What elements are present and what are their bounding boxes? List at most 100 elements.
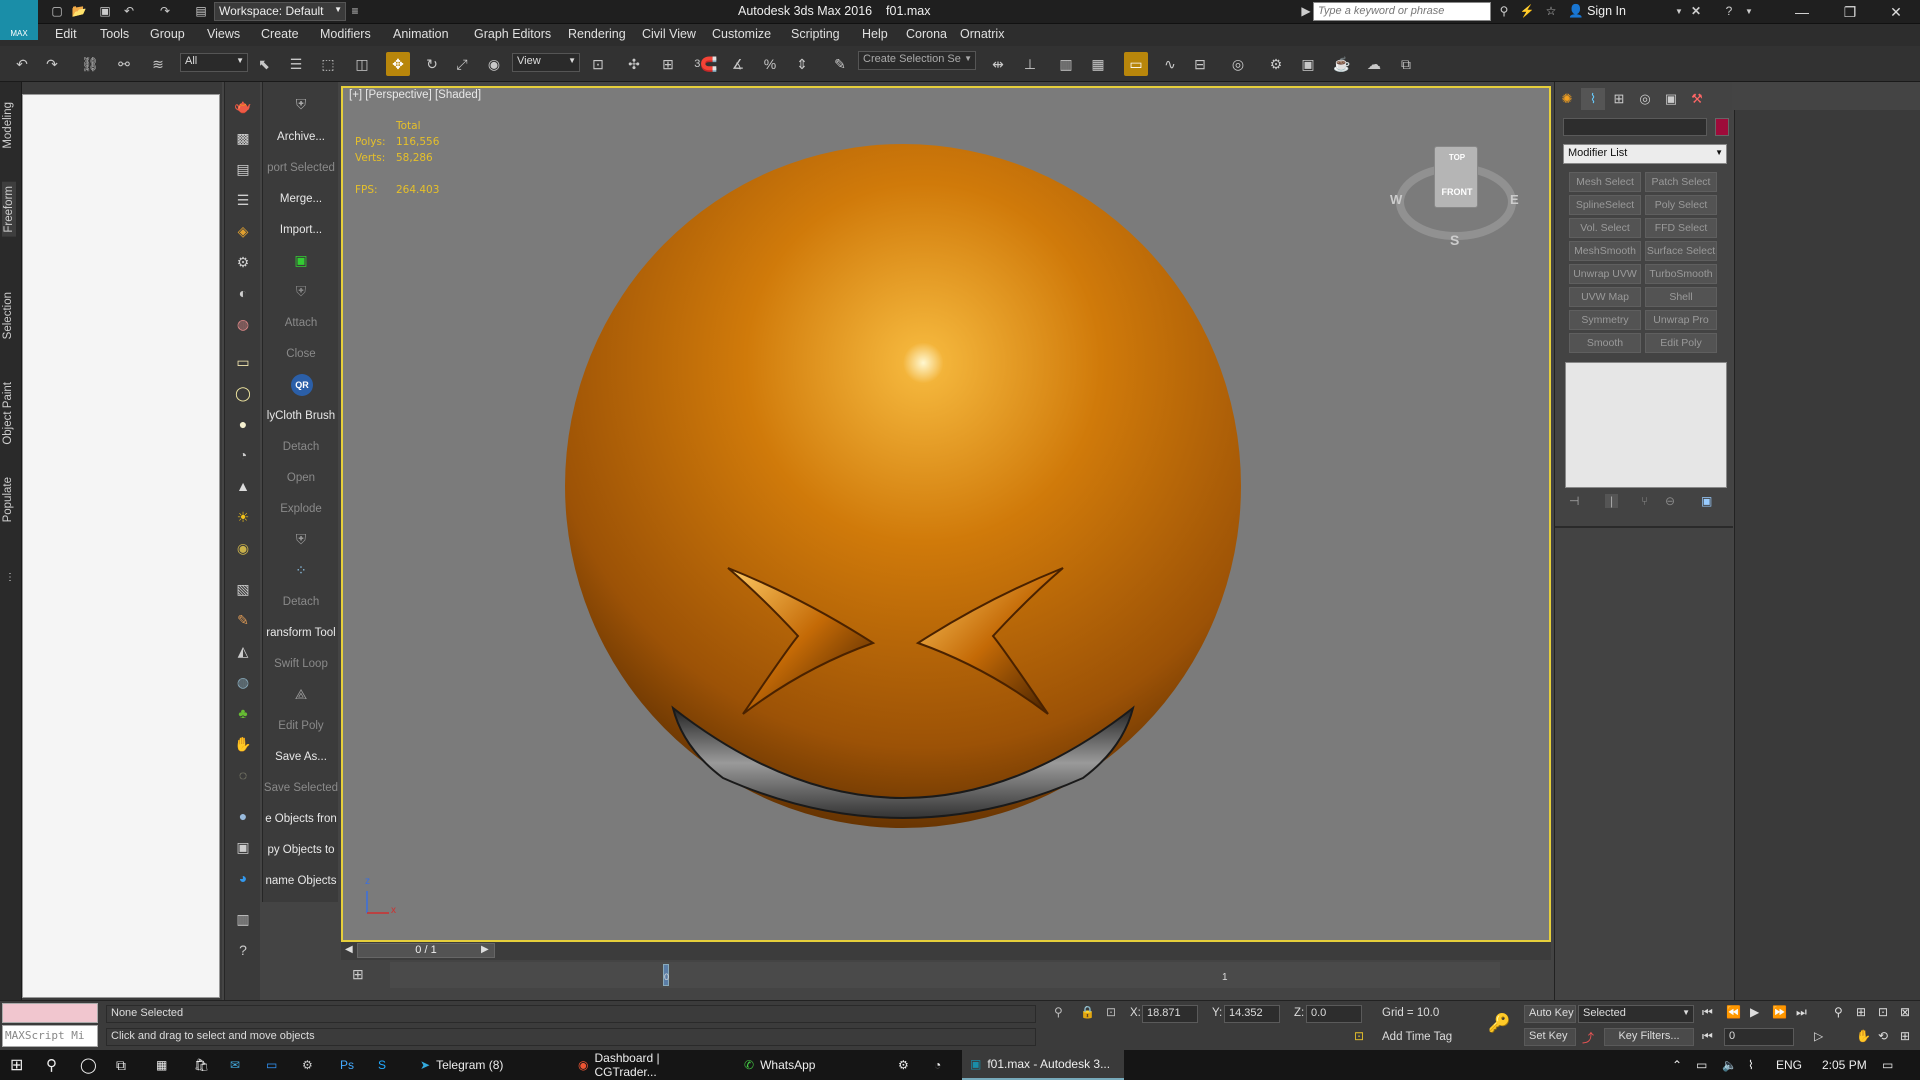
set-key-button[interactable]: Set Key (1524, 1028, 1576, 1046)
select-scale-icon[interactable]: ⤢ (450, 52, 474, 76)
maxscript-listener-pink[interactable] (2, 1003, 98, 1023)
perspective-viewport[interactable]: z x (341, 86, 1551, 942)
undo-icon[interactable]: ↶ (120, 2, 138, 20)
help-circle-icon[interactable]: ? (231, 938, 255, 962)
disc-icon[interactable]: ◉ (231, 536, 255, 560)
export-selected-button[interactable]: port Selected (263, 162, 339, 174)
snaps-toggle-icon[interactable]: 3 🧲 (694, 52, 718, 76)
material-editor-icon[interactable]: ◎ (1226, 52, 1250, 76)
emoji-sphere[interactable] (565, 144, 1241, 828)
skype-icon[interactable]: S (378, 1050, 386, 1080)
set-key-mode-icon[interactable]: 🔑 (1488, 1013, 1510, 1034)
select-object-icon[interactable]: ⬉ (252, 52, 276, 76)
binoculars-icon[interactable]: ⚲ (1495, 2, 1513, 20)
show-end-result-icon[interactable]: | (1605, 494, 1619, 508)
close-spline-button[interactable]: Close (263, 348, 339, 360)
x-coordinate-field[interactable]: 18.871 (1142, 1005, 1198, 1023)
make-unique-icon[interactable]: ⑂ (1641, 494, 1648, 508)
menu-tools[interactable]: Tools (100, 27, 129, 41)
workspace-dropdown[interactable]: Workspace: Default ▼ (214, 2, 346, 21)
plant-icon[interactable]: ♣ (231, 701, 255, 725)
search-icon[interactable]: ⚲ (46, 1050, 57, 1080)
orbit-icon[interactable]: ⟲ (1878, 1029, 1888, 1043)
terrain-icon[interactable]: ◭ (231, 639, 255, 663)
language-indicator[interactable]: ENG (1776, 1050, 1802, 1080)
toggle-ribbon-icon[interactable]: ▭ (1124, 52, 1148, 76)
render-icon[interactable]: ▣ (231, 835, 255, 859)
ribbon-tab-object-paint[interactable]: Object Paint (2, 382, 14, 445)
menu-edit[interactable]: Edit (55, 27, 77, 41)
edit-poly-button[interactable]: Edit Poly (263, 720, 339, 732)
rename-objects-button[interactable]: name Objects (263, 875, 339, 887)
network-icon[interactable]: ▭ (1696, 1050, 1707, 1080)
sign-in-chevron-icon[interactable]: ▼ (1670, 2, 1688, 20)
go-to-end-icon[interactable]: ⏭ (1796, 1005, 1807, 1020)
volume-icon[interactable]: 🔈 (1722, 1050, 1737, 1080)
modifier-unwrap-uvw[interactable]: Unwrap UVW (1569, 264, 1641, 284)
ribbon-tab-freeform[interactable]: Freeform (2, 182, 16, 237)
display-tab-icon[interactable]: ▣ (1659, 88, 1683, 110)
brush-icon[interactable]: ✎ (231, 608, 255, 632)
key-filters-button[interactable]: Key Filters... (1604, 1028, 1694, 1046)
modify-tab-icon[interactable]: ⌇ (1581, 88, 1605, 110)
attach-list-icon[interactable]: ⛨ (291, 281, 311, 301)
ribbon-tab-modeling[interactable]: Modeling (2, 102, 14, 149)
restore-button[interactable]: ❐ (1828, 0, 1872, 24)
window-crossing-icon[interactable]: ◫ (350, 52, 374, 76)
ribbon-tab-selection[interactable]: Selection (2, 292, 14, 339)
start-button[interactable]: ⊞ (10, 1050, 23, 1080)
close-button[interactable]: ✕ (1874, 0, 1918, 24)
z-coordinate-field[interactable]: 0.0 (1306, 1005, 1362, 1023)
document-icon[interactable]: ▤ (231, 157, 255, 181)
select-by-name-icon[interactable]: ☰ (284, 52, 308, 76)
compass-east[interactable]: E (1510, 192, 1519, 207)
menu-corona[interactable]: Corona (906, 27, 947, 41)
reference-coordinate-dropdown[interactable]: View ▼ (512, 53, 580, 72)
time-slider[interactable]: ◀ 0 / 1 ▶ (341, 942, 1551, 960)
help-chevron-icon[interactable]: ▼ (1740, 2, 1758, 20)
selection-lock-icon[interactable]: 🔒 (1080, 1005, 1095, 1019)
modifier-uvw-map[interactable]: UVW Map (1569, 287, 1641, 307)
speaker-icon[interactable]: ◐ (231, 281, 255, 305)
globe-icon[interactable]: ◍ (231, 670, 255, 694)
camera-icon[interactable]: ◈ (231, 219, 255, 243)
tray-chevron-icon[interactable]: ⌃ (1672, 1050, 1682, 1080)
modifier-patch-select[interactable]: Patch Select (1645, 172, 1717, 192)
undo-icon[interactable]: ↶ (10, 52, 34, 76)
menu-group[interactable]: Group (150, 27, 185, 41)
modifier-spline-select[interactable]: SplineSelect (1569, 195, 1641, 215)
hierarchy-tab-icon[interactable]: ⊞ (1607, 88, 1631, 110)
open-file-icon[interactable]: 📂 (70, 2, 88, 20)
modifier-list-dropdown[interactable]: Modifier List ▼ (1563, 144, 1727, 164)
search-input[interactable]: Type a keyword or phrase (1313, 2, 1491, 21)
green-screen-icon[interactable]: ▣ (291, 250, 311, 270)
menu-modifiers[interactable]: Modifiers (320, 27, 371, 41)
mirror-icon[interactable]: ⇹ (986, 52, 1010, 76)
align-icon[interactable]: ⊥ (1018, 52, 1042, 76)
create-tab-icon[interactable]: ✺ (1555, 88, 1579, 110)
play-icon[interactable]: ▶ (1750, 1005, 1759, 1019)
menu-create[interactable]: Create (261, 27, 299, 41)
y-coordinate-field[interactable]: 14.352 (1224, 1005, 1280, 1023)
pan-view-icon[interactable]: ✋ (1856, 1029, 1871, 1043)
remove-modifier-icon[interactable]: ⊖ (1665, 494, 1675, 508)
key-mode-toggle-icon[interactable]: ⏮ (1702, 1029, 1713, 1044)
compass-south[interactable]: S (1450, 232, 1459, 248)
desktop-icon[interactable]: ▭ (266, 1050, 277, 1080)
schematic-view-icon[interactable]: ⊟ (1188, 52, 1212, 76)
menu-civil-view[interactable]: Civil View (642, 27, 696, 41)
place-icon[interactable]: ◉ (482, 52, 506, 76)
compass-west[interactable]: W (1390, 192, 1402, 207)
layer-manager-icon[interactable]: ▦ (1086, 52, 1110, 76)
hand-icon[interactable]: ✋ (231, 732, 255, 756)
render-production-icon[interactable]: ☕ (1330, 52, 1354, 76)
photoshop-icon[interactable]: Ps (340, 1050, 354, 1080)
film-icon[interactable]: ◍ (231, 312, 255, 336)
object-color-swatch[interactable] (1715, 118, 1729, 136)
timeline-settings-icon[interactable]: ⊞ (352, 966, 364, 983)
sun-icon[interactable]: ☀ (231, 505, 255, 529)
modifier-meshsmooth[interactable]: MeshSmooth (1569, 241, 1641, 261)
zoom-all-icon[interactable]: ⊞ (1856, 1005, 1866, 1019)
cone-icon[interactable]: ▲ (231, 474, 255, 498)
modifier-shell[interactable]: Shell (1645, 287, 1717, 307)
